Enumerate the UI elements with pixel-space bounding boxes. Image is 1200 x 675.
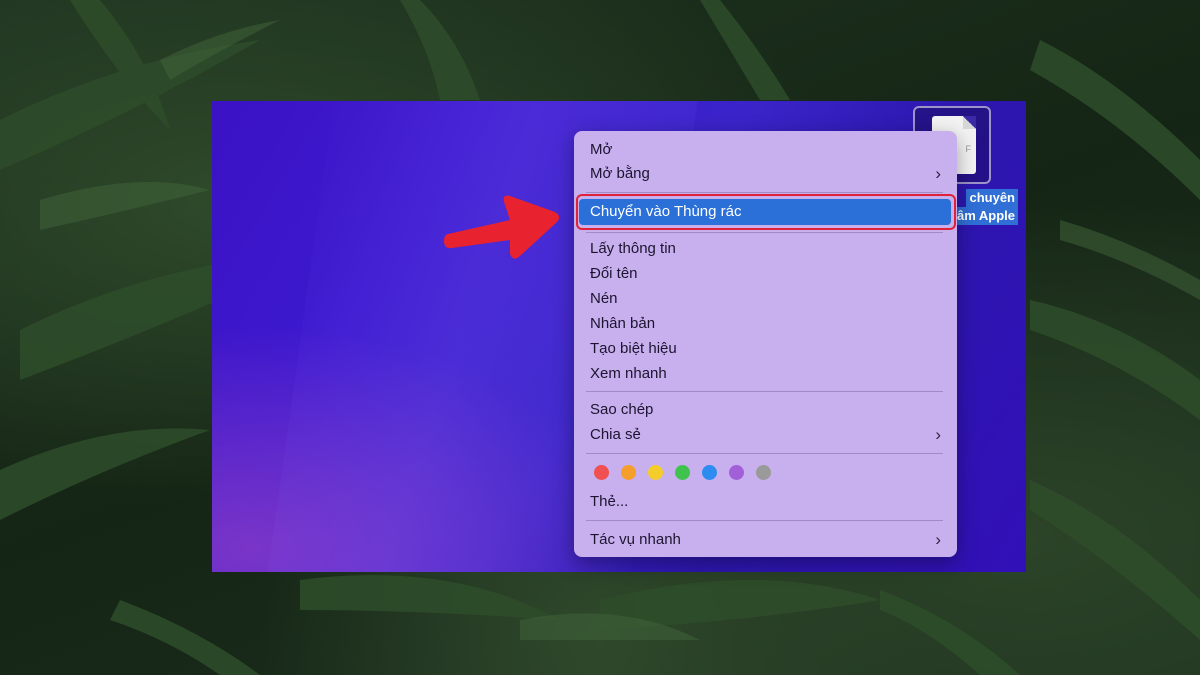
menu-item-move-to-trash-label: Chuyển vào Thùng rác [590, 203, 742, 220]
menu-item-quick-look[interactable]: Xem nhanh [590, 362, 941, 386]
menu-item-open[interactable]: Mở [590, 138, 941, 162]
chevron-right-icon: › [935, 425, 941, 444]
menu-item-tags-label: Thẻ... [590, 493, 629, 510]
tag-purple-dot[interactable] [729, 465, 744, 480]
menu-item-rename[interactable]: Đổi tên [590, 262, 941, 286]
menu-item-make-alias-label: Tạo biệt hiệu [590, 340, 677, 357]
menu-item-make-alias[interactable]: Tạo biệt hiệu [590, 337, 941, 361]
tag-yellow-dot[interactable] [648, 465, 663, 480]
menu-item-rename-label: Đổi tên [590, 265, 638, 282]
chevron-right-icon: › [935, 530, 941, 549]
file-type-letter: F [965, 144, 972, 154]
menu-item-quick-look-label: Xem nhanh [590, 365, 667, 382]
menu-item-quick-actions-label: Tác vụ nhanh [590, 531, 681, 548]
menu-separator [586, 520, 943, 521]
menu-item-duplicate-label: Nhân bản [590, 315, 656, 332]
tag-orange-dot[interactable] [621, 465, 636, 480]
menu-item-open-label: Mở [590, 141, 613, 158]
menu-item-compress[interactable]: Nén [590, 287, 941, 311]
menu-item-open-with[interactable]: Mở bằng › [590, 162, 941, 186]
menu-item-open-with-label: Mở bằng [590, 165, 650, 182]
menu-item-quick-actions[interactable]: Tác vụ nhanh › [590, 528, 941, 552]
chevron-right-icon: › [935, 164, 941, 183]
menu-item-compress-label: Nén [590, 290, 618, 307]
menu-item-duplicate[interactable]: Nhân bản [590, 312, 941, 336]
file-name-line-1: chuyên [966, 189, 1018, 207]
menu-item-share-label: Chia sẻ [590, 426, 641, 443]
context-menu: Mở Mở bằng › Chuyển vào Thùng rác Lấy thô… [574, 131, 957, 557]
red-pointer-arrow-icon [444, 195, 560, 259]
menu-item-move-to-trash[interactable]: Chuyển vào Thùng rác [579, 199, 951, 225]
menu-item-tags[interactable]: Thẻ... [590, 490, 941, 514]
tag-green-dot[interactable] [675, 465, 690, 480]
menu-separator [586, 453, 943, 454]
tag-blue-dot[interactable] [702, 465, 717, 480]
menu-separator [586, 232, 943, 233]
file-name-line-2: âm Apple [953, 207, 1018, 225]
menu-item-get-info-label: Lấy thông tin [590, 240, 676, 257]
tag-gray-dot[interactable] [756, 465, 771, 480]
menu-separator [586, 192, 943, 193]
menu-separator [586, 391, 943, 392]
menu-item-copy[interactable]: Sao chép [590, 398, 941, 422]
tag-red-dot[interactable] [594, 465, 609, 480]
menu-item-copy-label: Sao chép [590, 401, 654, 418]
file-name-label[interactable]: chuyên âm Apple [953, 189, 1018, 225]
menu-item-share[interactable]: Chia sẻ › [590, 423, 941, 447]
menu-item-get-info[interactable]: Lấy thông tin [590, 237, 941, 261]
